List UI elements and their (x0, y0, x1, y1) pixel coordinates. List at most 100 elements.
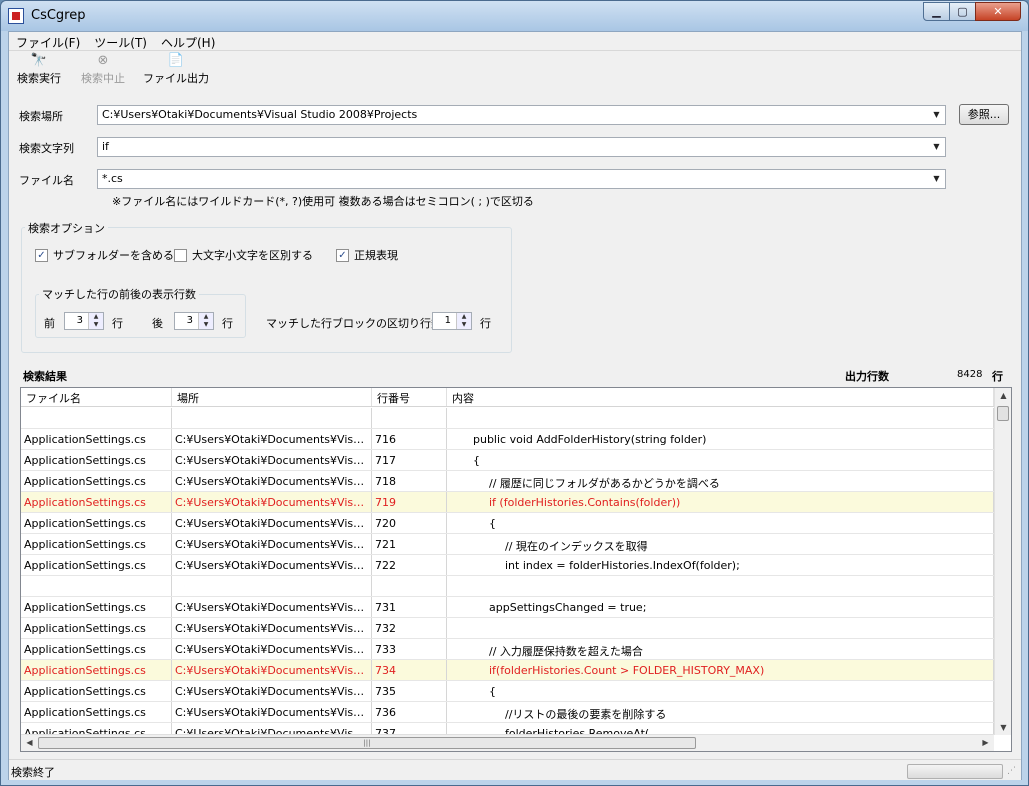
cell-content: // 現在のインデックスを取得 (447, 534, 994, 554)
cell-line: 732 (372, 618, 447, 638)
scroll-up-icon[interactable]: ▲ (995, 391, 1011, 400)
horizontal-scrollbar[interactable]: ◀ ||| ▶ (21, 734, 994, 751)
spin-arrows-icon[interactable]: ▲ ▼ (198, 313, 213, 329)
cell-line: 735 (372, 681, 447, 701)
location-combo[interactable]: C:¥Users¥Otaki¥Documents¥Visual Studio 2… (97, 105, 946, 125)
cell-path: C:¥Users¥Otaki¥Documents¥Visual ... (172, 597, 372, 617)
cell-content (447, 618, 994, 638)
separator-stepper[interactable]: 1 ▲ ▼ (432, 312, 472, 330)
count-label: 出力行数 (845, 370, 889, 383)
spin-arrows-icon[interactable]: ▲ ▼ (456, 313, 471, 329)
search-button-label: 検索実行 (17, 72, 61, 85)
toolbar: 🔭 検索実行 ⊗ 検索中止 📄 ファイル出力 (9, 52, 1021, 90)
table-row[interactable]: ApplicationSettings.csC:¥Users¥Otaki¥Doc… (21, 681, 994, 702)
before-label: 前 (44, 317, 55, 330)
table-row[interactable]: ApplicationSettings.csC:¥Users¥Otaki¥Doc… (21, 597, 994, 618)
scroll-right-icon[interactable]: ▶ (977, 738, 994, 747)
separator-label: マッチした行ブロックの区切り行数 (266, 317, 442, 330)
menu-help[interactable]: ヘルプ(H) (154, 32, 222, 50)
cell-path: C:¥Users¥Otaki¥Documents¥Visual ... (172, 429, 372, 449)
client-area: ファイル(F) ツール(T) ヘルプ(H) 🔭 検索実行 ⊗ 検索中止 📄 ファ… (8, 31, 1022, 780)
chevron-down-icon[interactable]: ▼ (928, 170, 945, 188)
table-row[interactable]: ApplicationSettings.csC:¥Users¥Otaki¥Doc… (21, 660, 994, 681)
cell-content: appSettingsChanged = true; (447, 597, 994, 617)
table-row[interactable] (21, 408, 994, 429)
table-row[interactable]: ApplicationSettings.csC:¥Users¥Otaki¥Doc… (21, 639, 994, 660)
table-row[interactable] (21, 576, 994, 597)
cell-file (21, 576, 172, 596)
chevron-down-icon[interactable]: ▼ (928, 138, 945, 156)
stop-button[interactable]: ⊗ 検索中止 (78, 52, 128, 90)
spin-arrows-icon[interactable]: ▲ ▼ (88, 313, 103, 329)
table-row[interactable]: ApplicationSettings.csC:¥Users¥Otaki¥Doc… (21, 492, 994, 513)
unchecked-box-icon (174, 248, 187, 262)
cell-content: if (folderHistories.Contains(folder)) (447, 492, 994, 512)
before-unit: 行 (112, 317, 123, 330)
cell-path: C:¥Users¥Otaki¥Documents¥Visual ... (172, 513, 372, 533)
column-header-line[interactable]: 行番号 (372, 388, 447, 406)
table-row[interactable]: ApplicationSettings.csC:¥Users¥Otaki¥Doc… (21, 513, 994, 534)
cell-path: C:¥Users¥Otaki¥Documents¥Visual ... (172, 534, 372, 554)
cell-line: 717 (372, 450, 447, 470)
chevron-down-icon[interactable]: ▼ (928, 106, 945, 124)
checkmark-icon: ✓ (35, 248, 48, 262)
title-bar[interactable]: CsCgrep ▁ ▢ ✕ (1, 1, 1028, 31)
horizontal-scroll-thumb[interactable]: ||| (38, 737, 696, 749)
table-row[interactable]: ApplicationSettings.csC:¥Users¥Otaki¥Doc… (21, 618, 994, 639)
close-button[interactable]: ✕ (975, 2, 1021, 21)
filename-label: ファイル名 (19, 174, 74, 187)
resize-grip-icon[interactable]: ⋰ (1007, 766, 1019, 778)
pattern-value: if (102, 140, 109, 153)
count-value: 8428 (957, 369, 983, 380)
table-row[interactable]: ApplicationSettings.csC:¥Users¥Otaki¥Doc… (21, 702, 994, 723)
results-grid[interactable]: ファイル名 場所 行番号 内容 ApplicationSettings.cs C:… (20, 387, 1012, 752)
vertical-scroll-thumb[interactable] (997, 406, 1009, 421)
cell-content (447, 408, 994, 428)
regex-label: 正規表現 (354, 249, 398, 262)
cell-file: ApplicationSettings.cs (21, 534, 172, 554)
export-button[interactable]: 📄 ファイル出力 (140, 52, 212, 90)
subfolders-checkbox[interactable]: ✓ サブフォルダーを含める (35, 247, 174, 263)
table-row[interactable]: ApplicationSettings.csC:¥Users¥Otaki¥Doc… (21, 471, 994, 492)
results-title: 検索結果 (23, 370, 67, 383)
column-header-file[interactable]: ファイル名 (21, 388, 172, 406)
column-header-path[interactable]: 場所 (172, 388, 372, 406)
cell-file: ApplicationSettings.cs (21, 429, 172, 449)
cell-line: 736 (372, 702, 447, 722)
regex-checkbox[interactable]: ✓ 正規表現 (336, 247, 398, 263)
filename-note: ※ファイル名にはワイルドカード(*, ?)使用可 複数ある場合はセミコロン( ;… (112, 195, 534, 208)
vertical-scrollbar[interactable]: ▲ ▼ (994, 388, 1011, 735)
search-button[interactable]: 🔭 検索実行 (14, 52, 64, 90)
case-sensitive-checkbox[interactable]: 大文字小文字を区別する (174, 247, 313, 263)
filename-combo[interactable]: *.cs ▼ (97, 169, 946, 189)
cell-line (372, 408, 447, 428)
after-label: 後 (152, 317, 163, 330)
cell-line: 722 (372, 555, 447, 575)
cell-content: public void AddFolderHistory(string fold… (447, 429, 994, 449)
minimize-button[interactable]: ▁ (923, 2, 950, 21)
cell-line: 721 (372, 534, 447, 554)
cell-file: ApplicationSettings.cs (21, 471, 172, 491)
menu-bar: ファイル(F) ツール(T) ヘルプ(H) (9, 32, 1021, 51)
cell-file: ApplicationSettings.cs (21, 597, 172, 617)
column-header-content[interactable]: 内容 (447, 388, 994, 406)
cell-file: ApplicationSettings.cs (21, 618, 172, 638)
after-unit: 行 (222, 317, 233, 330)
table-row[interactable]: ApplicationSettings.csC:¥Users¥Otaki¥Doc… (21, 555, 994, 576)
before-stepper[interactable]: 3 ▲ ▼ (64, 312, 104, 330)
table-row[interactable]: ApplicationSettings.csC:¥Users¥Otaki¥Doc… (21, 534, 994, 555)
browse-button[interactable]: 参照... (959, 104, 1009, 125)
cell-content: //リストの最後の要素を削除する (447, 702, 994, 722)
options-title: 検索オプション (25, 220, 108, 236)
maximize-button[interactable]: ▢ (949, 2, 976, 21)
location-value: C:¥Users¥Otaki¥Documents¥Visual Studio 2… (102, 108, 418, 121)
menu-file[interactable]: ファイル(F) (9, 32, 87, 50)
table-row[interactable]: ApplicationSettings.csC:¥Users¥Otaki¥Doc… (21, 429, 994, 450)
after-stepper[interactable]: 3 ▲ ▼ (174, 312, 214, 330)
scroll-down-icon[interactable]: ▼ (995, 723, 1011, 732)
export-file-icon: 📄 (167, 53, 185, 68)
pattern-combo[interactable]: if ▼ (97, 137, 946, 157)
menu-tools[interactable]: ツール(T) (87, 32, 154, 50)
scroll-left-icon[interactable]: ◀ (21, 738, 38, 747)
table-row[interactable]: ApplicationSettings.csC:¥Users¥Otaki¥Doc… (21, 450, 994, 471)
